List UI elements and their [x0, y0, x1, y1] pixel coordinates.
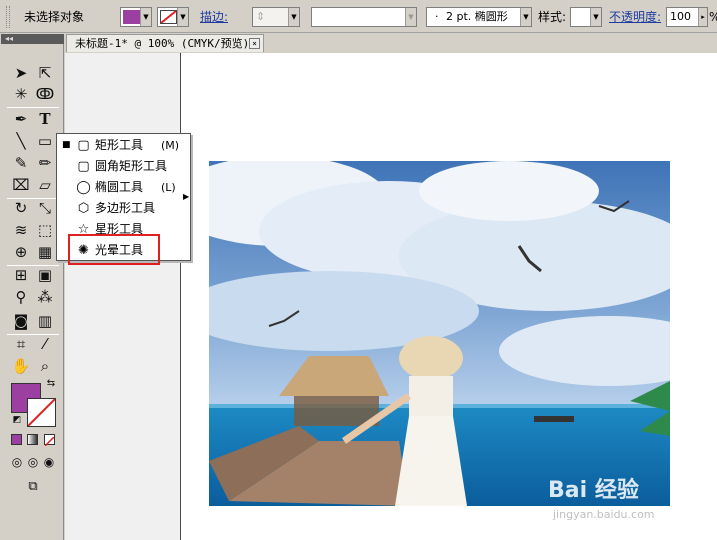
opacity-percent: % — [709, 10, 717, 24]
chevron-down-icon: ▼ — [288, 8, 299, 26]
none-slash-icon — [44, 436, 55, 447]
zoom-tool-icon[interactable]: ⌕ — [33, 355, 57, 377]
type-tool-icon[interactable]: T — [33, 108, 57, 130]
opacity-input[interactable]: 100 ▸ — [666, 7, 708, 27]
draw-inside-icon[interactable]: ◉ — [41, 451, 57, 473]
rectangle-tool-icon[interactable]: ▭ — [33, 130, 57, 152]
tools-panel-header[interactable]: ◂◂ — [1, 34, 64, 44]
document-tab[interactable]: 未标题-1* @ 100% (CMYK/预览) × — [66, 34, 264, 52]
close-icon[interactable]: × — [249, 38, 260, 49]
lasso-tool-icon[interactable]: ↂ — [33, 83, 57, 105]
stroke-weight-field[interactable]: ⇕ ▼ — [252, 7, 300, 27]
brush-definition-value: 2 pt. 椭圆形 — [446, 10, 508, 23]
rotate-tool-icon[interactable]: ↻ — [9, 197, 33, 219]
warp-tool-icon[interactable]: ≋ — [9, 219, 33, 241]
opacity-link[interactable]: 不透明度: — [609, 10, 661, 24]
rounded-rectangle-icon: ▢ — [77, 159, 90, 174]
eyedropper-tool-icon[interactable]: ⚲ — [9, 286, 33, 308]
paintbrush-tool-icon[interactable]: ✎ — [9, 152, 33, 174]
menu-item-label: 圆角矩形工具 — [95, 159, 168, 173]
stroke-color-box[interactable] — [27, 398, 56, 427]
magic-wand-tool-icon[interactable]: ✳ — [9, 83, 33, 105]
menu-item-rectangle-tool[interactable]: ■ ▢ 矩形工具 (M) — [57, 135, 190, 156]
stepper-icon: ⇕ — [256, 10, 266, 23]
chevron-right-icon: ▸ — [698, 8, 707, 26]
variable-width-profile-field[interactable]: ▼ — [311, 7, 417, 27]
brush-dot-icon: · — [435, 10, 439, 23]
control-bar: 未选择对象 ▼ ▼ 描边: ⇕ ▼ ▼ · 2 pt. 椭圆形 ▼ 样式: ▼ … — [0, 0, 717, 33]
beach-photo-illustration — [209, 161, 670, 506]
brush-definition-field[interactable]: · 2 pt. 椭圆形 ▼ — [426, 7, 532, 27]
polygon-icon: ⬡ — [77, 201, 90, 216]
none-mode-button[interactable] — [44, 434, 55, 447]
stroke-link[interactable]: 描边: — [200, 10, 228, 24]
chevron-down-icon: ▼ — [140, 8, 151, 26]
menu-item-ellipse-tool[interactable]: ◯ 椭圆工具 (L) — [57, 177, 190, 198]
draw-normal-icon[interactable]: ◎ — [9, 451, 25, 473]
selection-tool-icon[interactable]: ➤ — [9, 62, 33, 84]
menu-item-label: 矩形工具 — [95, 138, 144, 152]
stroke-color-button[interactable]: ▼ — [157, 7, 189, 27]
none-slash-icon — [27, 398, 56, 427]
hand-tool-icon[interactable]: ✋ — [9, 355, 33, 377]
selection-status: 未选择对象 — [24, 10, 85, 24]
menu-item-shortcut: (L) — [161, 181, 176, 194]
gradient-mode-button[interactable] — [27, 434, 38, 445]
menu-item-label: 多边形工具 — [95, 201, 156, 215]
graphic-style-picker[interactable]: ▼ — [570, 7, 602, 27]
tools-panel: ➤ ⇱ ✳ ↂ ✒ T ╲ ▭ ✎ ✏ ⌧ ▱ ↻ ⤡ ≋ ⬚ ⊕ ▦ ⊞ ▣ … — [1, 44, 64, 540]
none-slash-icon — [160, 10, 177, 24]
tearoff-arrow-icon[interactable]: ▶ — [183, 192, 189, 201]
symbol-sprayer-tool-icon[interactable]: ◙ — [9, 310, 33, 332]
placed-photo[interactable] — [209, 161, 670, 506]
chevron-down-icon: ▼ — [520, 8, 531, 26]
menu-item-polygon-tool[interactable]: ⬡ 多边形工具 — [57, 198, 190, 219]
screen-mode-icon[interactable]: ⧉ — [21, 476, 45, 498]
column-graph-tool-icon[interactable]: ▥ — [33, 310, 57, 332]
style-label: 样式: — [538, 10, 567, 24]
fill-swatch — [123, 10, 140, 24]
pen-tool-icon[interactable]: ✒ — [9, 108, 33, 130]
menu-item-label: 椭圆工具 — [95, 180, 144, 194]
swap-fill-stroke-icon[interactable]: ⇆ — [45, 378, 57, 390]
free-transform-tool-icon[interactable]: ⬚ — [33, 219, 57, 241]
chevron-down-icon: ▼ — [590, 8, 601, 26]
menu-item-rounded-rectangle-tool[interactable]: ▢ 圆角矩形工具 — [57, 156, 190, 177]
document-tab-title: 未标题-1* @ 100% (CMYK/预览) — [75, 37, 250, 50]
baidu-watermark: Bai 经验 — [548, 478, 639, 503]
shape-builder-tool-icon[interactable]: ⊕ — [9, 241, 33, 263]
draw-behind-icon[interactable]: ◎ — [25, 451, 41, 473]
direct-selection-tool-icon[interactable]: ⇱ — [33, 62, 57, 84]
gradient-tool-icon[interactable]: ▣ — [33, 264, 57, 286]
pencil-tool-icon[interactable]: ✏ — [33, 152, 57, 174]
artboard-tool-icon[interactable]: ⌗ — [9, 333, 33, 355]
blob-brush-tool-icon[interactable]: ⌧ — [9, 174, 33, 196]
mesh-tool-icon[interactable]: ⊞ — [9, 264, 33, 286]
flare-tool-highlight — [68, 234, 160, 265]
blend-tool-icon[interactable]: ⁂ — [33, 286, 57, 308]
chevron-down-icon: ▼ — [405, 8, 416, 26]
collapse-icon[interactable]: ◂◂ — [5, 34, 13, 43]
ellipse-icon: ◯ — [76, 180, 91, 195]
eraser-tool-icon[interactable]: ▱ — [33, 174, 57, 196]
default-colors-icon[interactable]: ◩ — [11, 414, 23, 426]
opacity-value: 100 — [670, 10, 691, 23]
fill-color-button[interactable]: ▼ — [120, 7, 152, 27]
chevron-down-icon: ▼ — [177, 8, 188, 26]
stroke-none-swatch — [160, 10, 177, 24]
checkmark-icon: ■ — [62, 140, 71, 150]
control-bar-grip[interactable] — [6, 6, 10, 28]
watermark-url: jingyan.baidu.com — [553, 508, 655, 521]
rectangle-icon: ▢ — [77, 138, 90, 153]
line-tool-icon[interactable]: ╲ — [9, 130, 33, 152]
pasteboard — [65, 53, 181, 540]
color-mode-button[interactable] — [11, 434, 22, 445]
menu-item-shortcut: (M) — [161, 139, 180, 152]
perspective-grid-tool-icon[interactable]: ▦ — [33, 241, 57, 263]
slice-tool-icon[interactable]: ⁄ — [33, 333, 57, 355]
scale-tool-icon[interactable]: ⤡ — [33, 197, 57, 219]
